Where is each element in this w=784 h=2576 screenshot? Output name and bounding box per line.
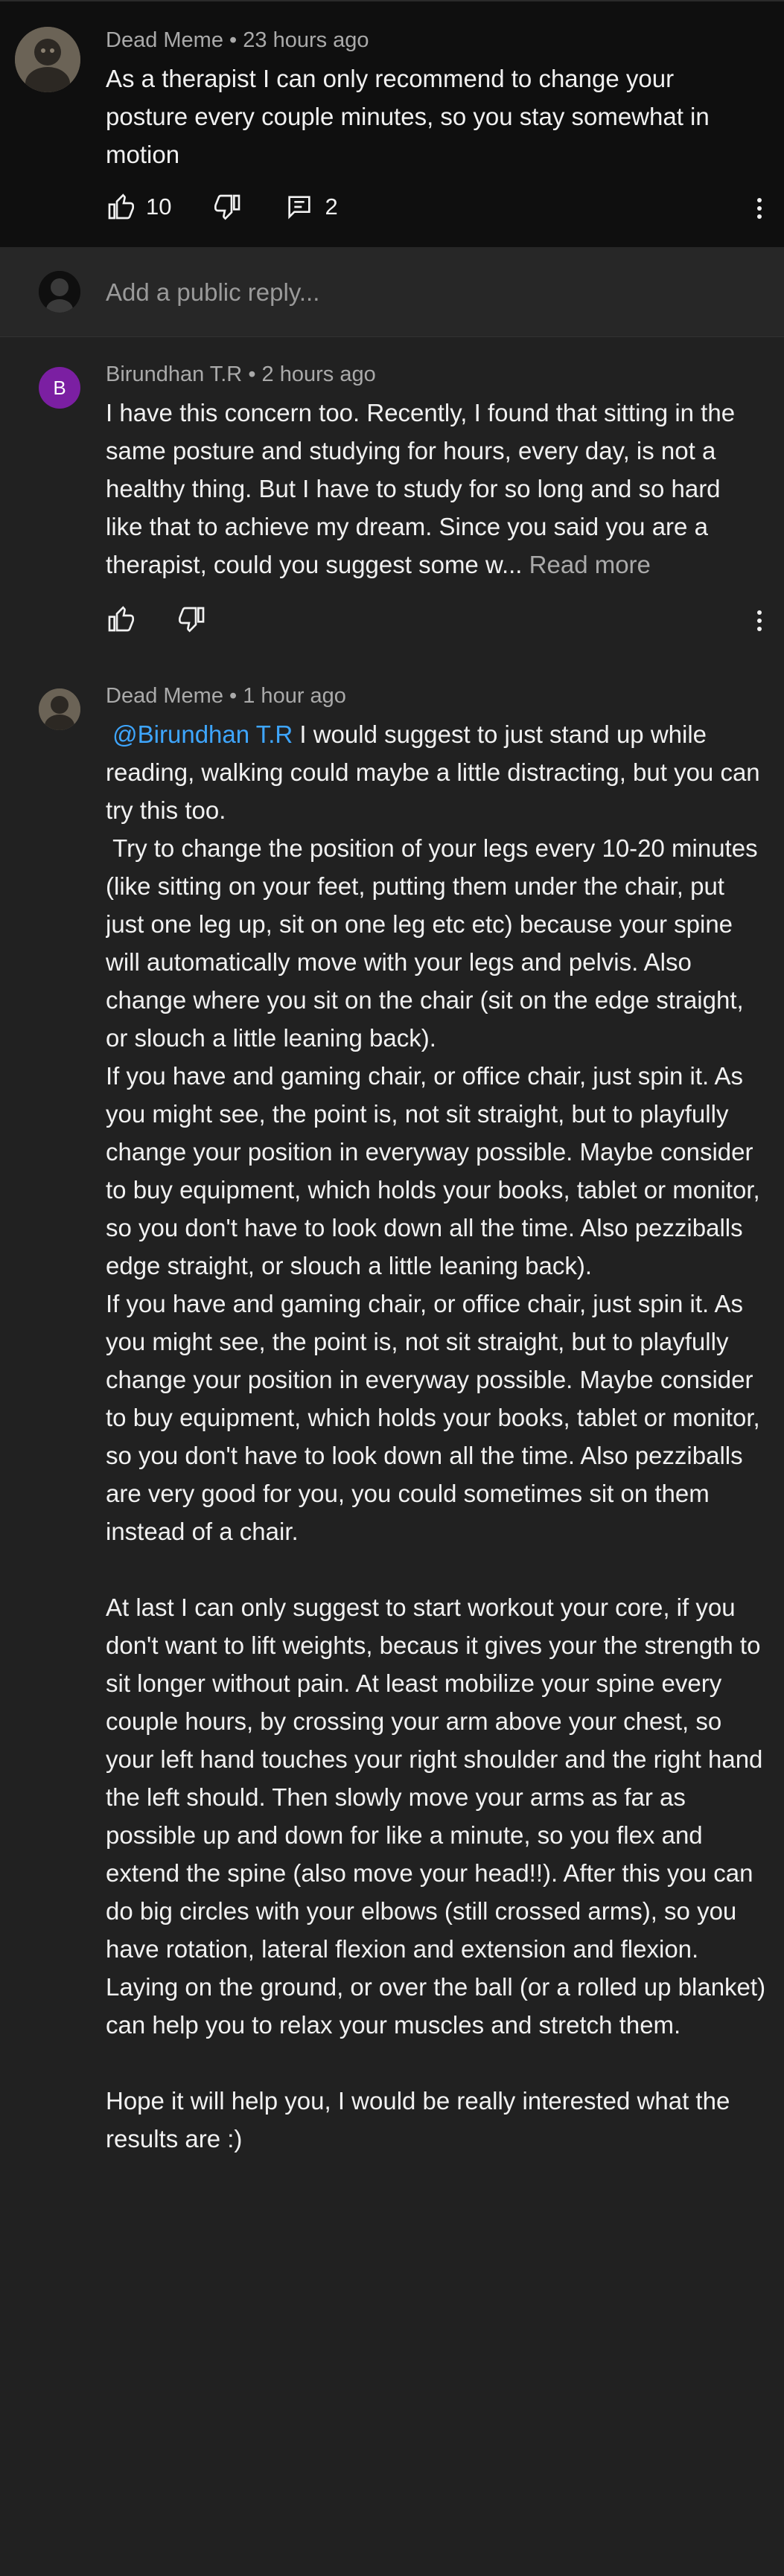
like-button[interactable]: 10	[106, 192, 171, 222]
reply-input[interactable]: Add a public reply...	[106, 278, 319, 307]
reply-text-part1: @Birundhan T.R I would suggest to just s…	[106, 715, 768, 1247]
read-more-link[interactable]: Read more	[522, 551, 651, 578]
avatar[interactable]	[15, 27, 80, 92]
reply-time[interactable]: 2 hours ago	[262, 362, 376, 386]
thumbs-down-icon	[214, 194, 240, 220]
comment-actions: 10 2	[106, 192, 380, 222]
like-button[interactable]	[106, 604, 136, 634]
reply-input-row: Add a public reply...	[0, 247, 784, 337]
reply-meta: Birundhan T.R • 2 hours ago	[106, 362, 376, 387]
reply-text-clipped: @Birundhan T.R I would suggest to just s…	[106, 715, 768, 1247]
meta-separator: •	[229, 28, 243, 52]
avatar-initial: B	[53, 376, 66, 399]
author-name[interactable]: Birundhan T.R	[106, 362, 242, 386]
avatar[interactable]	[39, 688, 80, 730]
avatar[interactable]: B	[39, 367, 80, 409]
reply-text: I have this concern too. Recently, I fou…	[106, 394, 761, 584]
more-vertical-icon	[757, 610, 762, 631]
dislike-button[interactable]	[213, 192, 243, 222]
reply-text-continued: edge straight, or slouch a little leanin…	[106, 1247, 768, 2158]
like-count: 10	[146, 194, 172, 220]
more-options-button[interactable]	[750, 604, 769, 637]
reply-time[interactable]: 1 hour ago	[243, 684, 346, 708]
reply-actions-row	[106, 604, 249, 634]
reply-text-part2: edge straight, or slouch a little leanin…	[106, 1252, 766, 2152]
meta-separator: •	[229, 684, 243, 708]
thumbs-up-icon	[108, 606, 134, 632]
user-avatar	[39, 271, 80, 313]
dislike-button[interactable]	[177, 604, 207, 634]
top-comment: Dead Meme • 23 hours ago As a therapist …	[0, 0, 784, 247]
more-vertical-icon	[757, 198, 762, 219]
avatar-image	[15, 27, 80, 92]
comment-time[interactable]: 23 hours ago	[243, 28, 369, 52]
meta-separator: •	[248, 362, 262, 386]
reply-item: Dead Meme • 1 hour ago @Birundhan T.R I …	[0, 665, 784, 2576]
reply-meta: Dead Meme • 1 hour ago	[106, 684, 346, 709]
author-name[interactable]: Dead Meme	[106, 684, 223, 708]
mention-link[interactable]: @Birundhan T.R	[112, 720, 293, 748]
more-options-button[interactable]	[750, 192, 769, 225]
comment-text: As a therapist I can only recommend to c…	[106, 65, 716, 168]
reply-count: 2	[325, 194, 338, 220]
avatar-image	[39, 688, 80, 730]
thumbs-up-icon	[108, 194, 134, 220]
user-avatar-image	[39, 271, 80, 313]
comment-icon	[288, 196, 311, 220]
author-name[interactable]: Dead Meme	[106, 28, 223, 52]
replies-button[interactable]: 2	[284, 192, 338, 222]
comment-meta: Dead Meme • 23 hours ago	[106, 28, 369, 53]
reply-text-part1-content: I would suggest to just stand up while r…	[106, 720, 760, 1241]
thumbs-down-icon	[179, 607, 205, 633]
